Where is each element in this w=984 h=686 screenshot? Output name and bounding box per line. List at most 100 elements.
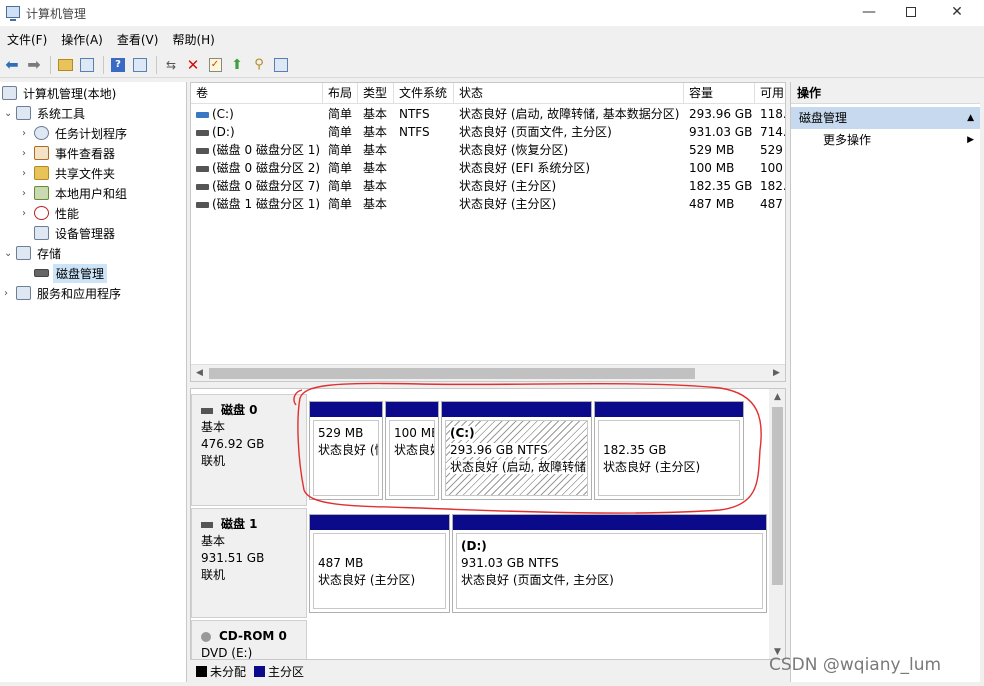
scroll-left-icon[interactable]: ◀ xyxy=(191,365,208,381)
minimize-button[interactable]: — xyxy=(846,0,892,26)
table-row[interactable]: (磁盘 1 磁盘分区 1) 简单 基本 状态良好 (主分区) 487 MB 487 xyxy=(191,195,785,213)
table-row[interactable]: (磁盘 0 磁盘分区 7) 简单 基本 状态良好 (主分区) 182.35 GB 182. xyxy=(191,177,785,195)
partition-label: (D:) xyxy=(461,539,487,553)
tree-item-device-manager[interactable]: 设备管理器 xyxy=(34,223,117,243)
help-button[interactable]: ? xyxy=(108,55,128,75)
scroll-up-icon[interactable]: ▲ xyxy=(769,389,785,406)
tree-item-event-viewer[interactable]: › 事件查看器 xyxy=(22,143,117,163)
tree-item-storage[interactable]: ⌄ 存储 xyxy=(4,243,63,263)
table-row[interactable]: (D:) 简单 基本 NTFS 状态良好 (页面文件, 主分区) 931.03 GB 714… xyxy=(191,123,785,141)
disk-drive-icon xyxy=(201,407,213,414)
chevron-down-icon[interactable]: ⌄ xyxy=(4,248,16,259)
partition-d[interactable]: (D:) 931.03 GB NTFS 状态良好 (页面文件, 主分区) xyxy=(452,514,767,613)
check-icon: ✓ xyxy=(208,57,222,72)
forward-button[interactable]: ➡ xyxy=(24,55,44,75)
back-button[interactable]: ⬅ xyxy=(2,55,22,75)
volume-drive-icon xyxy=(196,165,209,172)
delete-button[interactable]: ✕ xyxy=(183,55,203,75)
table-row[interactable]: (C:) 简单 基本 NTFS 状态良好 (启动, 故障转储, 基本数据分区) 293.9… xyxy=(191,105,785,123)
cell-free: 529 xyxy=(755,141,785,159)
search-button[interactable]: ⚲ xyxy=(249,55,269,75)
tree-item-disk-management[interactable]: 磁盘管理 xyxy=(34,263,108,283)
partition-c[interactable]: (C:) 293.96 GB NTFS 状态良好 (启动, 故障转储, xyxy=(441,401,592,500)
tree-label: 存储 xyxy=(37,246,62,261)
tree-item-services[interactable]: › 服务和应用程序 xyxy=(4,283,123,303)
menu-help[interactable]: 帮助(H) xyxy=(165,28,221,50)
chevron-right-icon[interactable]: › xyxy=(22,148,34,159)
table-row[interactable]: (磁盘 0 磁盘分区 2) 简单 基本 状态良好 (EFI 系统分区) 100 MB 10… xyxy=(191,159,785,177)
check-button[interactable]: ✓ xyxy=(205,55,225,75)
cell-status: 状态良好 (启动, 故障转储, 基本数据分区) xyxy=(454,105,684,123)
maximize-button[interactable] xyxy=(888,0,934,26)
volume-drive-icon xyxy=(196,147,209,154)
menu-view[interactable]: 查看(V) xyxy=(110,28,166,50)
tree-item-shared-folders[interactable]: › 共享文件夹 xyxy=(22,163,117,183)
column-volume[interactable]: 卷 xyxy=(191,83,323,104)
menu-bar: 文件(F) 操作(A) 查看(V) 帮助(H) xyxy=(0,28,222,50)
partition-primary-182[interactable]: 182.35 GB 状态良好 (主分区) xyxy=(594,401,744,500)
disk-1-info[interactable]: 磁盘 1 基本 931.51 GB 联机 xyxy=(191,508,307,618)
toolbar-separator xyxy=(50,55,51,74)
scrollbar-thumb[interactable] xyxy=(772,407,783,585)
action-more-actions[interactable]: 更多操作 ▶ xyxy=(791,129,980,151)
vertical-scrollbar[interactable]: ▲ ▼ xyxy=(769,389,785,659)
arrow-right-icon: ➡ xyxy=(27,55,41,74)
tree-item-local-users[interactable]: › 本地用户和组 xyxy=(22,183,129,203)
cell-text: 529 xyxy=(760,143,783,157)
disk-0-info[interactable]: 磁盘 0 基本 476.92 GB 联机 xyxy=(191,394,307,506)
chevron-right-icon[interactable]: › xyxy=(22,188,34,199)
column-type[interactable]: 类型 xyxy=(358,83,394,104)
tree-root[interactable]: 计算机管理(本地) xyxy=(2,83,118,103)
action-pane-header: 操作 xyxy=(791,82,980,104)
partition-recovery[interactable]: 529 MB 状态良好 (恢 xyxy=(309,401,383,500)
move-up-button[interactable]: ⬆ xyxy=(227,55,247,75)
partition-efi[interactable]: 100 MB 状态良好 xyxy=(385,401,439,500)
table-row[interactable]: (磁盘 0 磁盘分区 1) 简单 基本 状态良好 (恢复分区) 529 MB 529 xyxy=(191,141,785,159)
tree-item-task-scheduler[interactable]: › 任务计划程序 xyxy=(22,123,129,143)
scrollbar-thumb[interactable] xyxy=(209,368,695,379)
action-section-disk-management[interactable]: 磁盘管理 ▲ xyxy=(791,107,980,129)
event-viewer-icon xyxy=(34,146,49,160)
cell-text: 状态良好 (主分区) xyxy=(459,179,557,193)
legend-label: 主分区 xyxy=(268,664,305,679)
tree-item-performance[interactable]: › 性能 xyxy=(22,203,81,223)
disk-title: 磁盘 0 xyxy=(201,402,306,419)
column-free[interactable]: 可用 xyxy=(755,83,785,104)
scroll-right-icon[interactable]: ▶ xyxy=(768,365,785,381)
cell-capacity: 293.96 GB xyxy=(684,105,755,123)
legend-label: 未分配 xyxy=(210,664,247,679)
show-hide-tree-button[interactable] xyxy=(77,55,97,75)
legend-unallocated: 未分配 xyxy=(196,663,246,680)
menu-action[interactable]: 操作(A) xyxy=(54,28,110,50)
properties-button[interactable] xyxy=(271,55,291,75)
cdrom-info[interactable]: CD-ROM 0 DVD (E:) xyxy=(191,620,307,659)
column-filesystem[interactable]: 文件系统 xyxy=(394,83,454,104)
column-layout[interactable]: 布局 xyxy=(323,83,358,104)
column-status[interactable]: 状态 xyxy=(454,83,684,104)
partition-body: 100 MB 状态良好 xyxy=(389,420,435,496)
partition-size: 931.03 GB NTFS xyxy=(461,556,559,570)
cell-text: 931.03 GB xyxy=(689,125,753,139)
partition-body: 487 MB 状态良好 (主分区) xyxy=(313,533,446,609)
horizontal-scrollbar[interactable]: ◀ ▶ xyxy=(191,364,785,381)
chevron-right-icon[interactable]: › xyxy=(4,288,16,299)
cell-text: 状态良好 (页面文件, 主分区) xyxy=(459,125,612,139)
chevron-right-icon[interactable]: › xyxy=(22,208,34,219)
collapse-up-icon[interactable]: ▲ xyxy=(967,107,974,129)
show-hide-action-pane-button[interactable] xyxy=(130,55,150,75)
up-level-button[interactable] xyxy=(55,55,75,75)
chevron-down-icon[interactable]: ⌄ xyxy=(4,108,16,119)
folder-up-icon xyxy=(57,58,73,71)
column-capacity[interactable]: 容量 xyxy=(684,83,755,104)
tree-label: 设备管理器 xyxy=(55,226,116,241)
chevron-right-icon[interactable]: › xyxy=(22,168,34,179)
close-button[interactable]: ✕ xyxy=(934,0,980,26)
partition-body: (D:) 931.03 GB NTFS 状态良好 (页面文件, 主分区) xyxy=(456,533,763,609)
menu-file[interactable]: 文件(F) xyxy=(0,28,54,50)
chevron-right-icon[interactable]: › xyxy=(22,128,34,139)
tree-item-system-tools[interactable]: ⌄ 系统工具 xyxy=(4,103,87,123)
cell-text: (D:) xyxy=(212,125,235,139)
partition-disk1-487[interactable]: 487 MB 状态良好 (主分区) xyxy=(309,514,450,613)
connect-button[interactable]: ⇆ xyxy=(161,55,181,75)
cell-text: 487 MB xyxy=(689,197,735,211)
